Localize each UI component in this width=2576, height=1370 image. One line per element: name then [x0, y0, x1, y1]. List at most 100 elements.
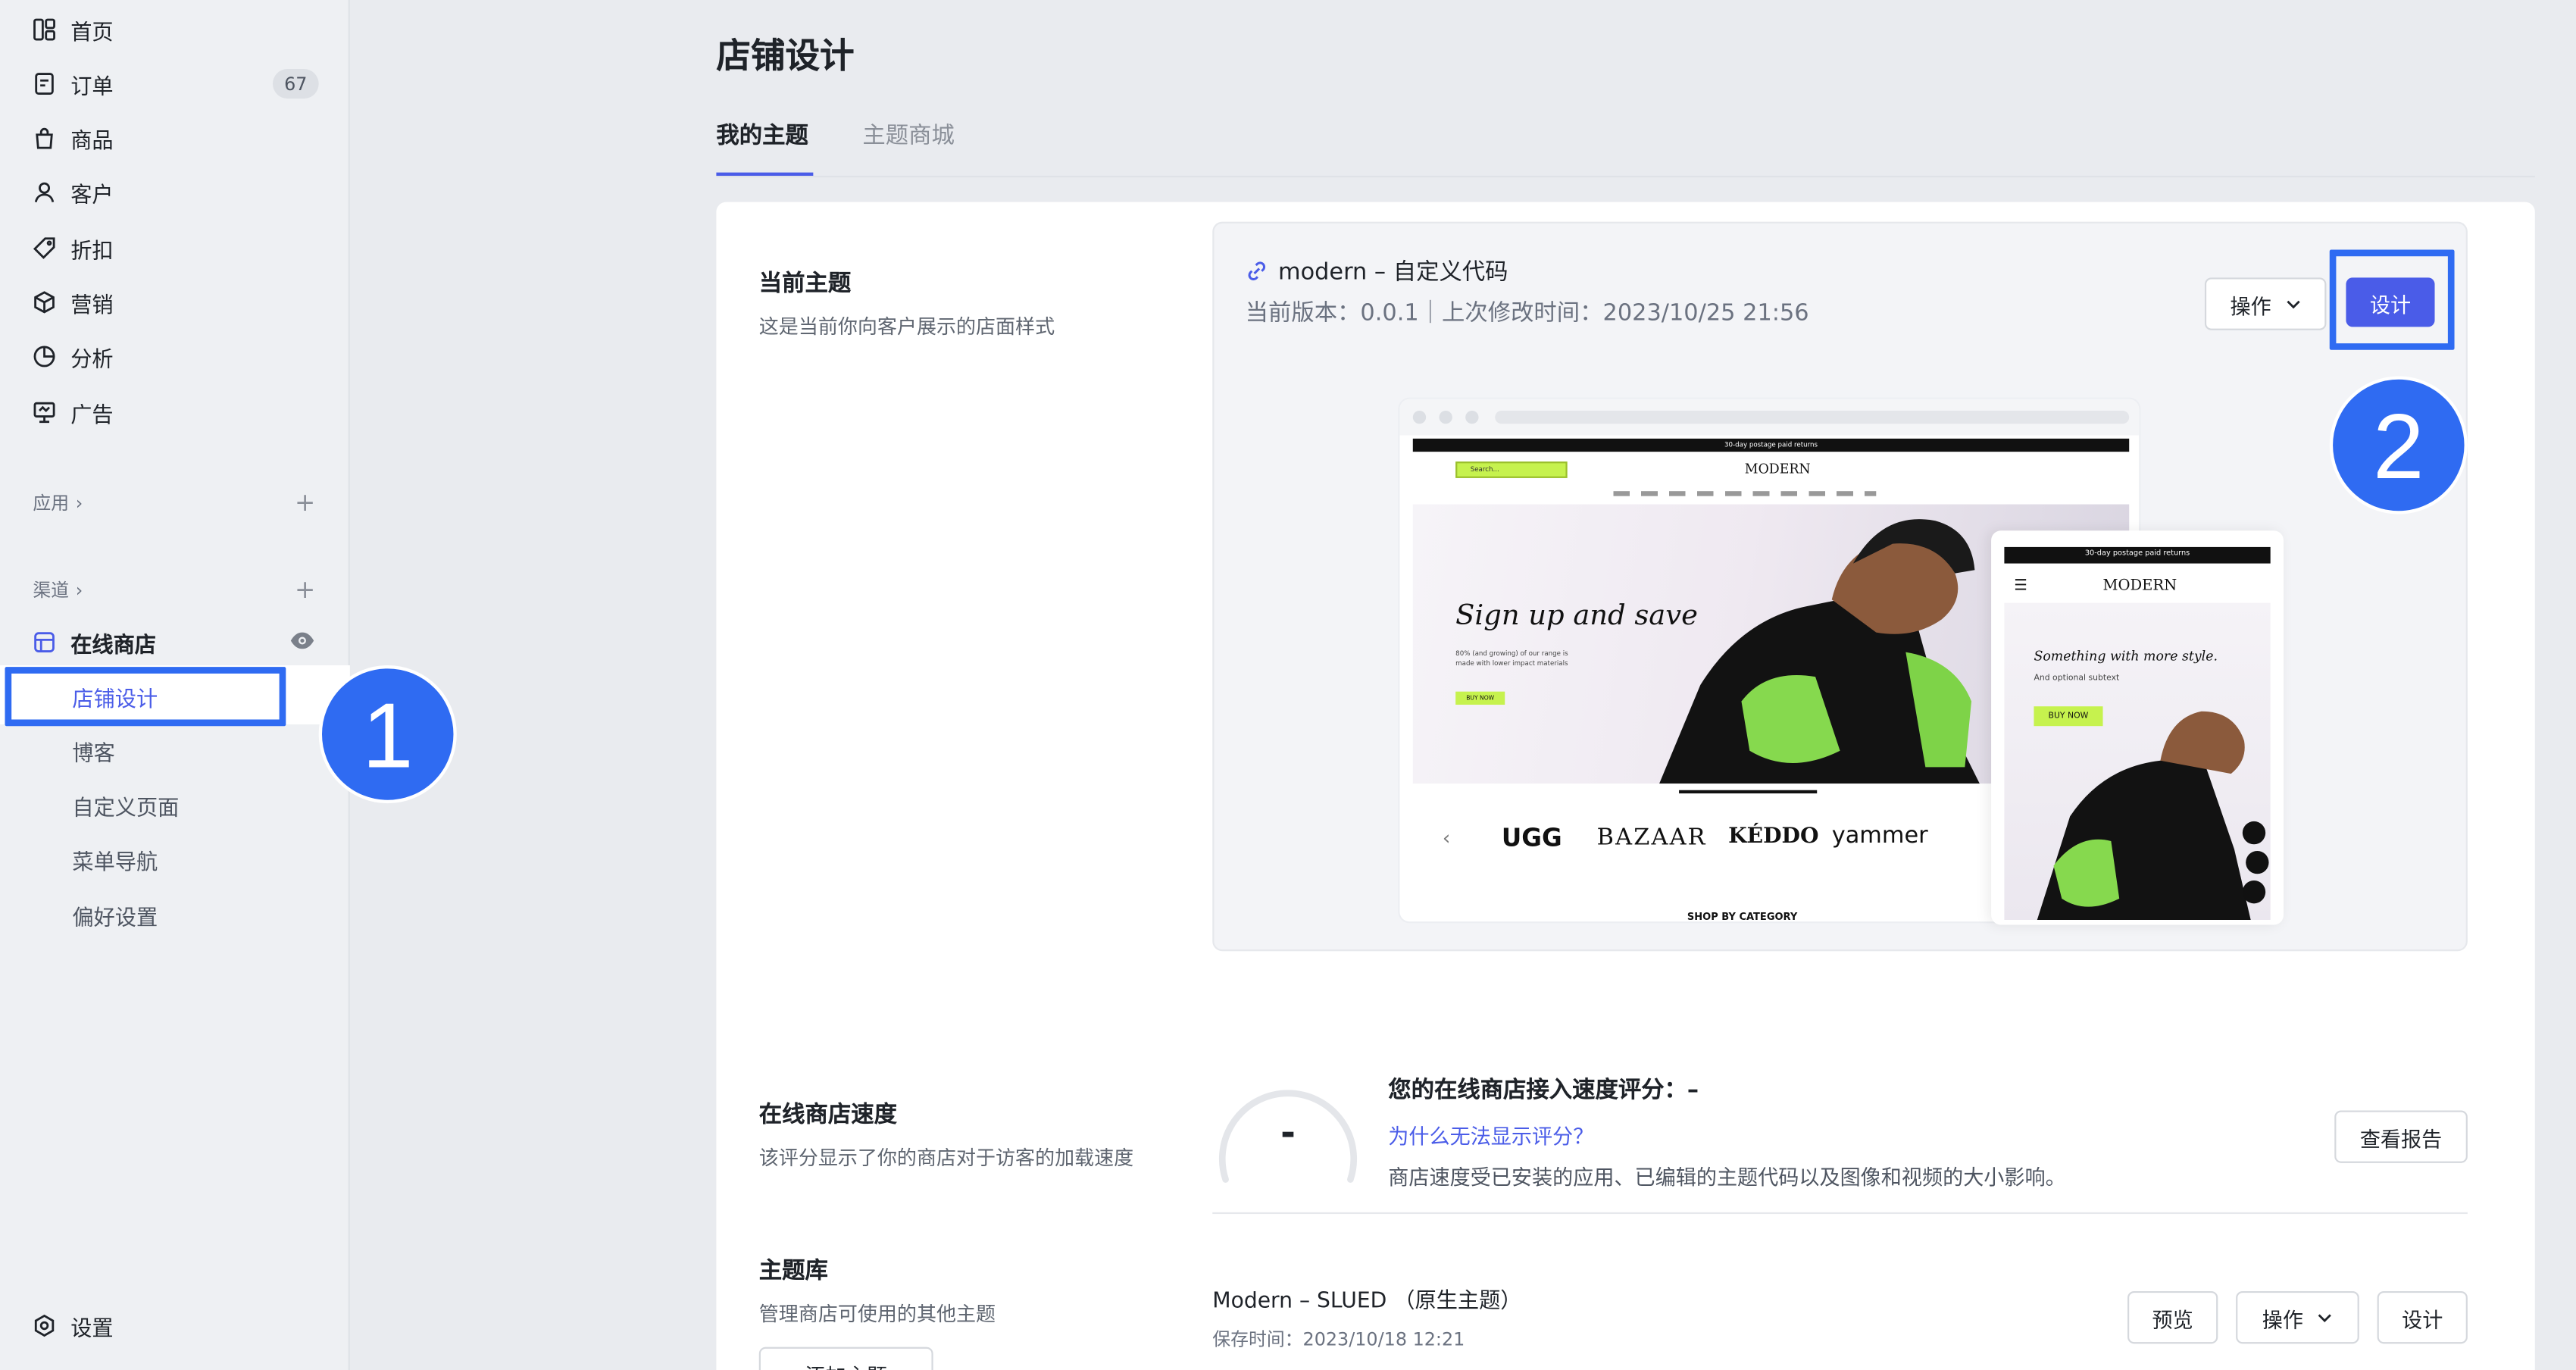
library-theme-saved-time: 保存时间：2023/10/18 12:21 [1212, 1328, 1465, 1350]
sidebar-item-home[interactable]: 首页 [33, 11, 328, 48]
cube-icon [33, 291, 55, 314]
sidebar-item-settings[interactable]: 设置 [33, 1308, 328, 1344]
hero-cta: BUY NOW [1455, 691, 1505, 705]
carousel-prev-icon: ‹ [1442, 826, 1451, 849]
page-title: 店铺设计 [716, 36, 855, 76]
current-theme-title: 当前主题 [758, 271, 852, 298]
sidebar-item-label: 设置 [70, 1316, 114, 1342]
order-count-badge: 67 [272, 69, 319, 99]
theme-library-title: 主题库 [758, 1258, 828, 1285]
library-design-button[interactable]: 设计 [2377, 1290, 2468, 1344]
preview-nav-links [1613, 491, 1877, 496]
theme-actions-dropdown[interactable]: 操作 [2204, 277, 2327, 330]
tab-my-themes[interactable]: 我的主题 [716, 118, 808, 151]
sidebar-sub-item-custom-pages[interactable]: 自定义页面 [72, 787, 179, 823]
annotation-marker-1: 1 [318, 665, 457, 804]
dashboard-icon [33, 18, 55, 41]
brand-logo-keddo: KÉDDO [1728, 824, 1819, 849]
sidebar-group-channels[interactable]: 渠道 › + [33, 575, 315, 605]
active-tab-indicator [716, 172, 814, 176]
mobile-brand: MODERN [2102, 578, 2177, 595]
sidebar-sub-item-menu-nav[interactable]: 菜单导航 [72, 841, 158, 877]
tab-divider [716, 175, 2535, 178]
add-theme-button[interactable]: 添加主题 [758, 1347, 933, 1370]
tab-theme-store[interactable]: 主题商城 [862, 118, 954, 151]
annotation-highlight-design-button [2329, 249, 2455, 350]
theme-version-meta: 当前版本：0.0.1｜上次修改时间：2023/10/25 21:56 [1245, 300, 1809, 327]
sidebar-sub-item-preferences[interactable]: 偏好设置 [72, 897, 158, 934]
sidebar-item-discounts[interactable]: 折扣 [33, 230, 328, 267]
preview-button[interactable]: 预览 [2127, 1290, 2218, 1344]
sidebar-item-label: 折扣 [70, 239, 114, 264]
hero-title: Sign up and save [1455, 599, 1698, 633]
add-app-plus-icon[interactable]: + [295, 488, 315, 518]
sidebar-item-online-store[interactable]: 在线商店 [33, 624, 315, 661]
library-theme-name: Modern – SLUED （原生主题） [1212, 1289, 1522, 1315]
preview-search: Search... [1455, 461, 1568, 478]
sidebar-item-products[interactable]: 商品 [33, 120, 328, 156]
sidebar-item-marketing[interactable]: 营销 [33, 284, 328, 321]
brand-logo-bazaar: BAZAAR [1596, 824, 1707, 851]
sidebar-item-label: 广告 [70, 403, 114, 428]
why-no-score-link[interactable]: 为什么无法显示评分？ [1388, 1118, 1593, 1149]
chevron-down-icon [2318, 1314, 2331, 1322]
annotation-highlight-store-design [5, 667, 286, 727]
mobile-promo-bar: 30-day postage paid returns [2004, 546, 2271, 564]
bag-icon [33, 127, 55, 149]
carousel-indicator [1679, 790, 1818, 794]
code-link-icon [1248, 261, 1266, 281]
channels-group-label: 渠道 [33, 580, 70, 602]
pie-chart-icon [33, 345, 55, 368]
hero-body: 80% (and growing) of our range is made w… [1455, 649, 1568, 668]
sidebar-item-ads[interactable]: 广告 [33, 394, 328, 430]
sidebar-item-label: 在线商店 [70, 633, 157, 658]
eye-icon[interactable] [289, 629, 316, 658]
mobile-hero-title: Something with more style. [2034, 649, 2218, 664]
chevron-down-icon [2286, 300, 2299, 309]
window-dot-icon [1465, 410, 1479, 424]
chevron-right-icon: › [75, 492, 83, 514]
sidebar-item-customers[interactable]: 客户 [33, 174, 328, 211]
tag-icon [33, 236, 55, 259]
section-divider [1212, 1212, 2468, 1215]
sidebar-group-apps[interactable]: 应用 › + [33, 488, 315, 518]
view-report-button[interactable]: 查看报告 [2334, 1110, 2468, 1163]
speed-score-title: 您的在线商店接入速度评分：– [1388, 1078, 1699, 1104]
sidebar-item-label: 营销 [70, 292, 114, 318]
window-dot-icon [1439, 410, 1452, 424]
actions-label: 操作 [2230, 292, 2271, 318]
store-icon [33, 630, 55, 653]
sidebar-item-label: 客户 [70, 183, 114, 208]
add-channel-plus-icon[interactable]: + [295, 575, 315, 605]
sidebar-item-label: 订单 [70, 74, 114, 100]
sidebar-item-analytics[interactable]: 分析 [33, 339, 328, 375]
store-speed-desc: 该评分显示了你的商店对于访客的加载速度 [758, 1146, 1134, 1170]
actions-label: 操作 [2262, 1306, 2304, 1332]
brand-logo-yammer: yammer [1831, 823, 1928, 849]
person-icon [33, 180, 55, 203]
brand-logo-ugg: UGG [1501, 823, 1562, 853]
sidebar-item-orders[interactable]: 订单 67 [33, 66, 328, 102]
mobile-preview: 30-day postage paid returns ☰ MODERN Som… [1991, 530, 2284, 925]
sidebar-sub-item-blog[interactable]: 博客 [72, 733, 114, 769]
mobile-hero-subtitle: And optional subtext [2034, 673, 2120, 683]
chevron-right-icon: › [75, 579, 83, 601]
apps-group-label: 应用 [33, 493, 70, 515]
sidebar-item-label: 商品 [70, 129, 114, 154]
mobile-hero-cta: BUY NOW [2034, 706, 2103, 727]
speed-note: 商店速度受已安装的应用、已编辑的主题代码以及图像和视频的大小影响。 [1388, 1165, 2066, 1190]
window-dot-icon [1412, 410, 1427, 424]
theme-name: modern – 自定义代码 [1246, 255, 1508, 287]
app-window: 首页 订单 67 商品 客户 折扣 营销 分析 广告 应用 › + 渠道 › +… [0, 0, 2576, 1370]
settings-icon [33, 1314, 55, 1337]
address-bar [1495, 410, 2130, 424]
promo-bar: 30-day postage paid returns [1412, 438, 2130, 452]
speed-score: - [1280, 1113, 1296, 1156]
category-heading: SHOP BY CATEGORY [1687, 912, 1798, 922]
order-icon [33, 72, 55, 95]
annotation-marker-2: 2 [2329, 376, 2468, 515]
theme-library-desc: 管理商店可使用的其他主题 [758, 1303, 996, 1326]
megaphone-icon [33, 401, 55, 424]
library-actions-dropdown[interactable]: 操作 [2236, 1290, 2359, 1344]
theme-name-text: modern – 自定义代码 [1277, 259, 1508, 286]
